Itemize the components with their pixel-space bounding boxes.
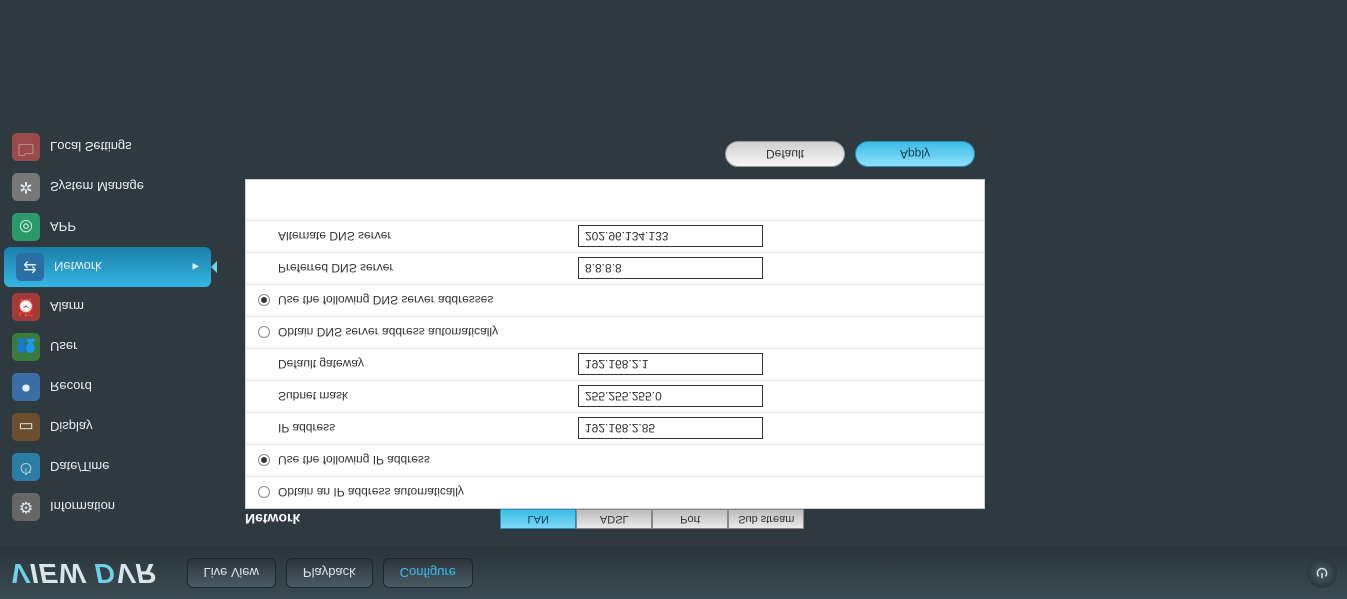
sidebar-item-label: Date/Time xyxy=(50,460,109,475)
sidebar-item-label: Record xyxy=(50,380,92,395)
row-ip-address: IP address xyxy=(246,412,984,444)
tab-adsl[interactable]: ADSL xyxy=(576,509,652,529)
sidebar-item-label: Local Settings xyxy=(50,140,132,155)
sidebar-item-label: APP xyxy=(50,220,76,235)
logo-text: IEW xyxy=(30,558,86,589)
user-icon: 👥 xyxy=(12,333,40,361)
row-default-gateway: Default gateway xyxy=(246,348,984,380)
nav-live-view[interactable]: Live View xyxy=(187,558,276,588)
sidebar-item-information[interactable]: ⚙ Information xyxy=(0,487,215,527)
row-obtain-ip: Obtain an IP address automatically xyxy=(246,476,984,508)
row-preferred-dns: Preferred DNS server xyxy=(246,252,984,284)
power-icon xyxy=(1315,566,1329,580)
sidebar-item-app[interactable]: ◎ APP xyxy=(0,207,215,247)
sidebar-item-display[interactable]: ▭ Display xyxy=(0,407,215,447)
active-marker-icon xyxy=(211,261,217,273)
ip-address-input[interactable] xyxy=(578,418,763,440)
row-spacer xyxy=(246,180,984,220)
sidebar-item-system-manage[interactable]: ✲ System Manage xyxy=(0,167,215,207)
preferred-dns-input[interactable] xyxy=(578,258,763,280)
row-use-dns: Use the following DNS server addresses xyxy=(246,284,984,316)
top-bar: VIEW DVR Live View Playback Configure xyxy=(0,547,1347,599)
radio-label: Use the following DNS server addresses xyxy=(278,294,493,308)
row-obtain-dns: Obtain DNS server address automatically xyxy=(246,316,984,348)
radio-use-ip[interactable] xyxy=(258,455,270,467)
sidebar-item-label: System Manage xyxy=(50,180,144,195)
content: ⚙ Information ⏱ Date/Time ▭ Display ⏺ Record… xyxy=(0,0,1347,547)
sidebar: ⚙ Information ⏱ Date/Time ▭ Display ⏺ Record… xyxy=(0,0,215,547)
system-icon: ✲ xyxy=(12,173,40,201)
record-icon: ⏺ xyxy=(12,373,40,401)
sidebar-item-label: User xyxy=(50,340,77,355)
radio-obtain-dns[interactable] xyxy=(258,327,270,339)
sidebar-item-user[interactable]: 👥 User xyxy=(0,327,215,367)
radio-label: Obtain DNS server address automatically xyxy=(278,326,498,340)
chevron-right-icon: ▸ xyxy=(192,259,199,275)
radio-label: Use the following IP address xyxy=(278,454,430,468)
action-buttons: Default Apply xyxy=(725,141,1317,167)
default-gateway-input[interactable] xyxy=(578,354,763,376)
sidebar-item-label: Network xyxy=(54,260,102,275)
row-use-ip: Use the following IP address xyxy=(246,444,984,476)
sidebar-item-network[interactable]: ⇄ Network ▸ xyxy=(4,247,211,287)
power-button[interactable] xyxy=(1307,558,1337,588)
tab-lan[interactable]: LAN xyxy=(500,509,576,529)
subnet-mask-input[interactable] xyxy=(578,386,763,408)
main-nav: Live View Playback Configure xyxy=(187,558,474,588)
radio-obtain-ip[interactable] xyxy=(258,487,270,499)
radio-label: Obtain an IP address automatically xyxy=(278,486,464,500)
sidebar-item-record[interactable]: ⏺ Record xyxy=(0,367,215,407)
field-label: Alternate DNS server xyxy=(258,230,578,244)
field-label: IP address xyxy=(258,422,578,436)
sidebar-item-label: Alarm xyxy=(50,300,84,315)
tab-port[interactable]: Port xyxy=(652,509,728,529)
apply-button[interactable]: Apply xyxy=(855,141,975,167)
field-label: Preferred DNS server xyxy=(258,262,578,276)
sidebar-item-label: Information xyxy=(50,500,115,515)
main-panel: Network LAN ADSL Port Sub stream Obtain … xyxy=(215,0,1347,547)
sidebar-item-local-settings[interactable]: 🗀 Local Settings xyxy=(0,127,215,167)
row-subnet-mask: Subnet mask xyxy=(246,380,984,412)
row-alternate-dns: Alternate DNS server xyxy=(246,220,984,252)
logo-d: D xyxy=(94,558,115,589)
panel-title: Network xyxy=(245,511,300,527)
radio-use-dns[interactable] xyxy=(258,295,270,307)
default-button[interactable]: Default xyxy=(725,141,845,167)
logo-v: V xyxy=(10,558,30,589)
clock-icon: ⏱ xyxy=(12,453,40,481)
folder-icon: 🗀 xyxy=(12,133,40,161)
alternate-dns-input[interactable] xyxy=(578,226,763,248)
app-icon: ◎ xyxy=(12,213,40,241)
field-label: Subnet mask xyxy=(258,390,578,404)
network-icon: ⇄ xyxy=(16,253,44,281)
nav-playback[interactable]: Playback xyxy=(286,558,373,588)
logo: VIEW DVR xyxy=(10,557,157,589)
field-label: Default gateway xyxy=(258,358,578,372)
tabs: LAN ADSL Port Sub stream xyxy=(500,509,804,529)
alarm-icon: ⏰ xyxy=(12,293,40,321)
nav-configure[interactable]: Configure xyxy=(383,558,473,588)
gear-icon: ⚙ xyxy=(12,493,40,521)
sidebar-item-label: Display xyxy=(50,420,93,435)
sidebar-item-datetime[interactable]: ⏱ Date/Time xyxy=(0,447,215,487)
sidebar-item-alarm[interactable]: ⏰ Alarm xyxy=(0,287,215,327)
display-icon: ▭ xyxy=(12,413,40,441)
tab-sub-stream[interactable]: Sub stream xyxy=(728,509,804,529)
logo-text2: VR xyxy=(116,558,157,589)
network-form: Obtain an IP address automatically Use t… xyxy=(245,179,985,509)
